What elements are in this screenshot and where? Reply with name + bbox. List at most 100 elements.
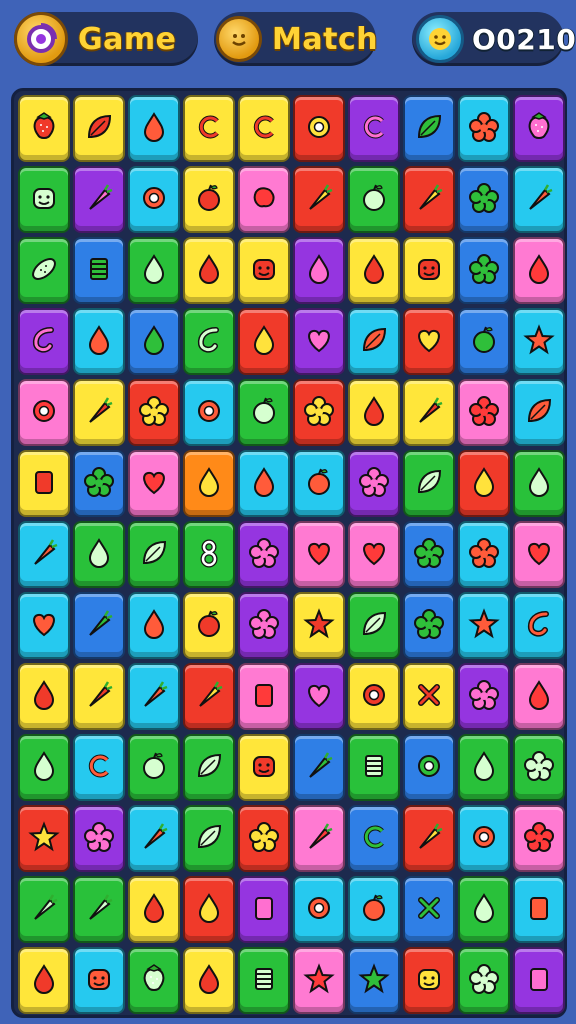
tile-yellow-apple[interactable]	[183, 166, 235, 233]
settings-icon[interactable]	[14, 12, 68, 66]
tile-cyan-ring[interactable]	[458, 805, 510, 872]
tile-purple-card[interactable]	[238, 876, 290, 943]
tile-blue-leaf[interactable]	[403, 95, 455, 162]
tile-yellow-apple[interactable]	[183, 592, 235, 659]
tile-pink-heart[interactable]	[348, 521, 400, 588]
tile-purple-flower[interactable]	[238, 521, 290, 588]
tile-red-carrot[interactable]	[403, 805, 455, 872]
match-pill[interactable]: Match	[214, 12, 378, 66]
tile-blue-flower[interactable]	[458, 237, 510, 304]
tile-green-leaf[interactable]	[403, 450, 455, 517]
tile-cyan-ring[interactable]	[128, 166, 180, 233]
tile-cyan-heart[interactable]	[18, 592, 70, 659]
tile-cyan-flower[interactable]	[458, 521, 510, 588]
tile-blue-stack[interactable]	[73, 237, 125, 304]
tile-yellow-swirl[interactable]	[238, 95, 290, 162]
tile-red-ring[interactable]	[293, 95, 345, 162]
tile-cyan-swirl[interactable]	[73, 734, 125, 801]
tile-yellow-ring[interactable]	[348, 663, 400, 730]
tile-pink-blob[interactable]	[238, 166, 290, 233]
tile-cyan-carrot[interactable]	[513, 166, 565, 233]
tile-pink-heart[interactable]	[513, 521, 565, 588]
tile-cyan-carrot[interactable]	[128, 805, 180, 872]
tile-purple-heart[interactable]	[293, 308, 345, 375]
tile-green-pickle[interactable]	[18, 237, 70, 304]
tile-pink-ring[interactable]	[18, 379, 70, 446]
tile-purple-heart[interactable]	[293, 663, 345, 730]
tile-red-flower[interactable]	[128, 379, 180, 446]
tile-cyan-leaf[interactable]	[348, 308, 400, 375]
tile-cyan-leaf[interactable]	[513, 379, 565, 446]
tile-pink-flower[interactable]	[458, 379, 510, 446]
tile-red-carrot[interactable]	[293, 166, 345, 233]
tile-green-drop[interactable]	[513, 450, 565, 517]
tile-purple-strawberry[interactable]	[513, 95, 565, 162]
tile-pink-card[interactable]	[238, 663, 290, 730]
tile-cyan-drop[interactable]	[128, 95, 180, 162]
tile-purple-hook[interactable]	[18, 308, 70, 375]
tile-cyan-flower[interactable]	[458, 95, 510, 162]
tile-green-leaf[interactable]	[348, 592, 400, 659]
tile-pink-star[interactable]	[293, 947, 345, 1014]
tile-blue-flower[interactable]	[403, 592, 455, 659]
tile-cyan-apple[interactable]	[293, 450, 345, 517]
tile-blue-flower[interactable]	[73, 450, 125, 517]
tile-cyan-drop[interactable]	[238, 450, 290, 517]
tile-purple-swirl[interactable]	[348, 95, 400, 162]
tile-yellow-drop[interactable]	[183, 947, 235, 1014]
tile-yellow-drop[interactable]	[18, 663, 70, 730]
tile-cyan-carrot[interactable]	[128, 663, 180, 730]
tile-pink-heart[interactable]	[293, 521, 345, 588]
tile-cyan-star[interactable]	[458, 592, 510, 659]
tile-green-stack[interactable]	[348, 734, 400, 801]
tile-yellow-star[interactable]	[293, 592, 345, 659]
tile-yellow-carrot[interactable]	[73, 663, 125, 730]
tile-green-carrot[interactable]	[73, 876, 125, 943]
tile-cyan-star[interactable]	[513, 308, 565, 375]
tile-green-carrot[interactable]	[18, 876, 70, 943]
tile-yellow-drop[interactable]	[348, 237, 400, 304]
tile-green-leaf[interactable]	[183, 734, 235, 801]
tile-red-flower[interactable]	[238, 805, 290, 872]
tile-yellow-x[interactable]	[403, 663, 455, 730]
tile-pink-flower[interactable]	[513, 805, 565, 872]
tile-cyan-ring[interactable]	[293, 876, 345, 943]
tile-red-drop[interactable]	[183, 876, 235, 943]
tile-green-flower[interactable]	[513, 734, 565, 801]
tile-blue-carrot[interactable]	[293, 734, 345, 801]
tile-pink-drop[interactable]	[513, 663, 565, 730]
tile-yellow-face[interactable]	[238, 734, 290, 801]
tile-yellow-drop[interactable]	[183, 237, 235, 304]
tile-purple-flower[interactable]	[73, 805, 125, 872]
tile-purple-drop[interactable]	[293, 237, 345, 304]
tile-red-drop[interactable]	[458, 450, 510, 517]
tile-orange-drop[interactable]	[183, 450, 235, 517]
tile-pink-carrot[interactable]	[293, 805, 345, 872]
tile-cyan-drop[interactable]	[128, 592, 180, 659]
tile-purple-flower[interactable]	[238, 592, 290, 659]
tile-blue-drop[interactable]	[128, 308, 180, 375]
tile-purple-flower[interactable]	[458, 663, 510, 730]
tile-cyan-ring[interactable]	[183, 379, 235, 446]
tile-green-drop[interactable]	[18, 734, 70, 801]
tile-yellow-strawberry[interactable]	[18, 95, 70, 162]
tile-green-stack[interactable]	[238, 947, 290, 1014]
tile-green-apple[interactable]	[128, 734, 180, 801]
tile-green-face[interactable]	[18, 166, 70, 233]
tile-green-strawberry[interactable]	[128, 947, 180, 1014]
tile-cyan-face[interactable]	[73, 947, 125, 1014]
tile-red-drop[interactable]	[238, 308, 290, 375]
tile-green-leaf[interactable]	[128, 521, 180, 588]
tile-cyan-hook[interactable]	[513, 592, 565, 659]
tile-blue-apple[interactable]	[458, 308, 510, 375]
tile-green-drop[interactable]	[458, 734, 510, 801]
tile-yellow-drop[interactable]	[348, 379, 400, 446]
tile-red-star[interactable]	[18, 805, 70, 872]
tile-yellow-leaf[interactable]	[73, 95, 125, 162]
game-pill[interactable]: Game	[14, 12, 198, 66]
tile-green-drop[interactable]	[128, 237, 180, 304]
tile-green-leaf[interactable]	[183, 805, 235, 872]
tile-red-face[interactable]	[403, 947, 455, 1014]
tile-yellow-swirl[interactable]	[183, 95, 235, 162]
tile-yellow-face[interactable]	[238, 237, 290, 304]
